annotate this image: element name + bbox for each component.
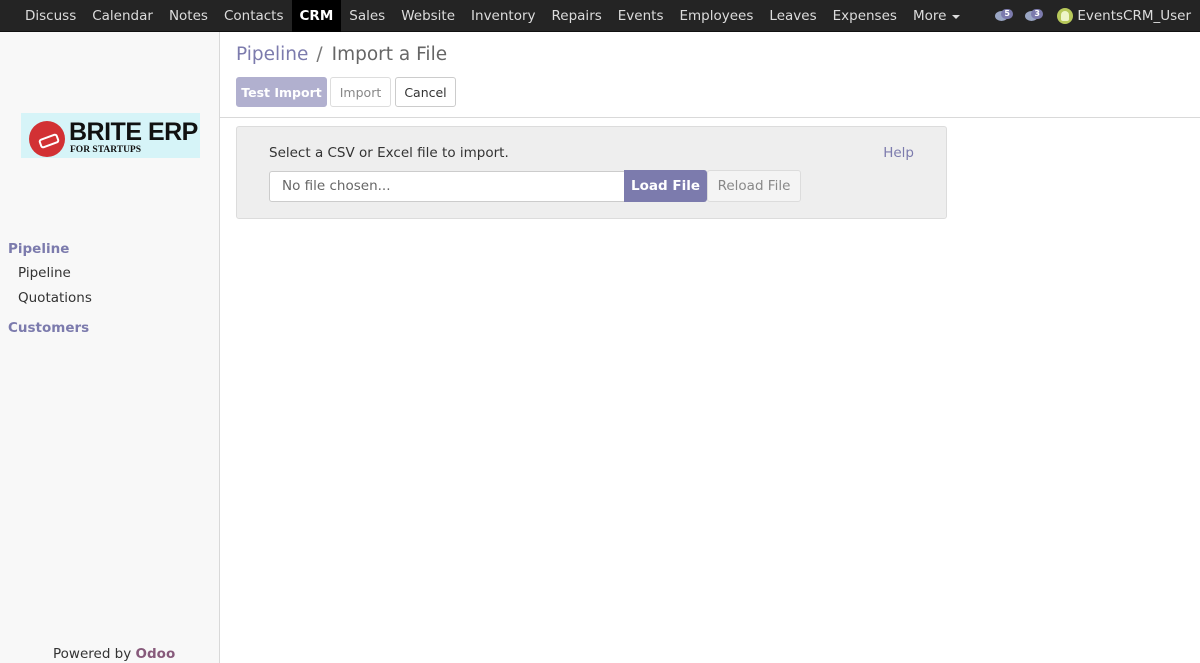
app-website[interactable]: Website	[393, 0, 463, 32]
help-link[interactable]: Help	[883, 145, 914, 161]
app-repairs[interactable]: Repairs	[544, 0, 610, 32]
messages-button[interactable]: 3	[1025, 9, 1045, 23]
activities-count-badge: 5	[1001, 9, 1013, 19]
powered-by-label: Powered by	[53, 646, 132, 662]
app-inventory[interactable]: Inventory	[463, 0, 543, 32]
control-panel: Pipeline / Import a File Test Import Imp…	[220, 32, 1200, 118]
app-notes[interactable]: Notes	[161, 0, 216, 32]
sidebar-section-pipeline[interactable]: Pipeline	[8, 241, 69, 257]
user-menu[interactable]: EventsCRM_User	[1077, 8, 1191, 24]
activities-button[interactable]: 5	[995, 9, 1015, 23]
load-file-button[interactable]: Load File	[624, 170, 707, 202]
powered-by: Powered by Odoo	[53, 646, 175, 662]
app-contacts[interactable]: Contacts	[216, 0, 292, 32]
odoo-link[interactable]: Odoo	[136, 646, 176, 662]
import-button[interactable]: Import	[330, 77, 391, 107]
logo-tagline: FOR STARTUPS	[70, 145, 142, 155]
top-navbar: Discuss Calendar Notes Contacts CRM Sale…	[0, 0, 1200, 32]
app-calendar[interactable]: Calendar	[84, 0, 161, 32]
more-label: More	[912, 8, 947, 24]
logo-emblem-icon	[29, 121, 65, 157]
app-sales[interactable]: Sales	[341, 0, 393, 32]
test-import-button[interactable]: Test Import	[236, 77, 327, 107]
file-chooser-input[interactable]: No file chosen...	[269, 171, 625, 202]
user-avatar[interactable]	[1057, 8, 1074, 24]
app-crm[interactable]: CRM	[291, 0, 342, 32]
caret-down-icon	[952, 15, 961, 19]
breadcrumb-separator: /	[316, 44, 323, 65]
company-logo[interactable]: BRITE ERP FOR STARTUPS	[21, 113, 200, 158]
sidebar-item-quotations[interactable]: Quotations	[18, 290, 92, 306]
sidebar: BRITE ERP FOR STARTUPS Pipeline Pipeline…	[0, 32, 220, 663]
breadcrumb-pipeline[interactable]: Pipeline	[236, 44, 308, 65]
app-employees[interactable]: Employees	[672, 0, 762, 32]
app-menu: Discuss Calendar Notes Contacts CRM Sale…	[17, 0, 968, 32]
sidebar-item-pipeline[interactable]: Pipeline	[18, 265, 71, 281]
sidebar-section-customers[interactable]: Customers	[8, 320, 89, 336]
import-file-panel: Select a CSV or Excel file to import. He…	[236, 126, 947, 219]
app-discuss[interactable]: Discuss	[17, 0, 84, 32]
cancel-button[interactable]: Cancel	[395, 77, 456, 107]
app-leaves[interactable]: Leaves	[761, 0, 824, 32]
systray: 5 3 EventsCRM_User	[995, 0, 1191, 32]
breadcrumb-current: Import a File	[331, 44, 448, 65]
app-expenses[interactable]: Expenses	[825, 0, 905, 32]
app-events[interactable]: Events	[610, 0, 672, 32]
messages-count-badge: 3	[1031, 9, 1043, 19]
reload-file-button[interactable]: Reload File	[707, 170, 801, 202]
logo-brand: BRITE ERP	[69, 118, 198, 146]
breadcrumb: Pipeline / Import a File	[236, 44, 447, 65]
app-more-dropdown[interactable]: More	[905, 0, 968, 32]
import-prompt: Select a CSV or Excel file to import.	[269, 145, 509, 161]
